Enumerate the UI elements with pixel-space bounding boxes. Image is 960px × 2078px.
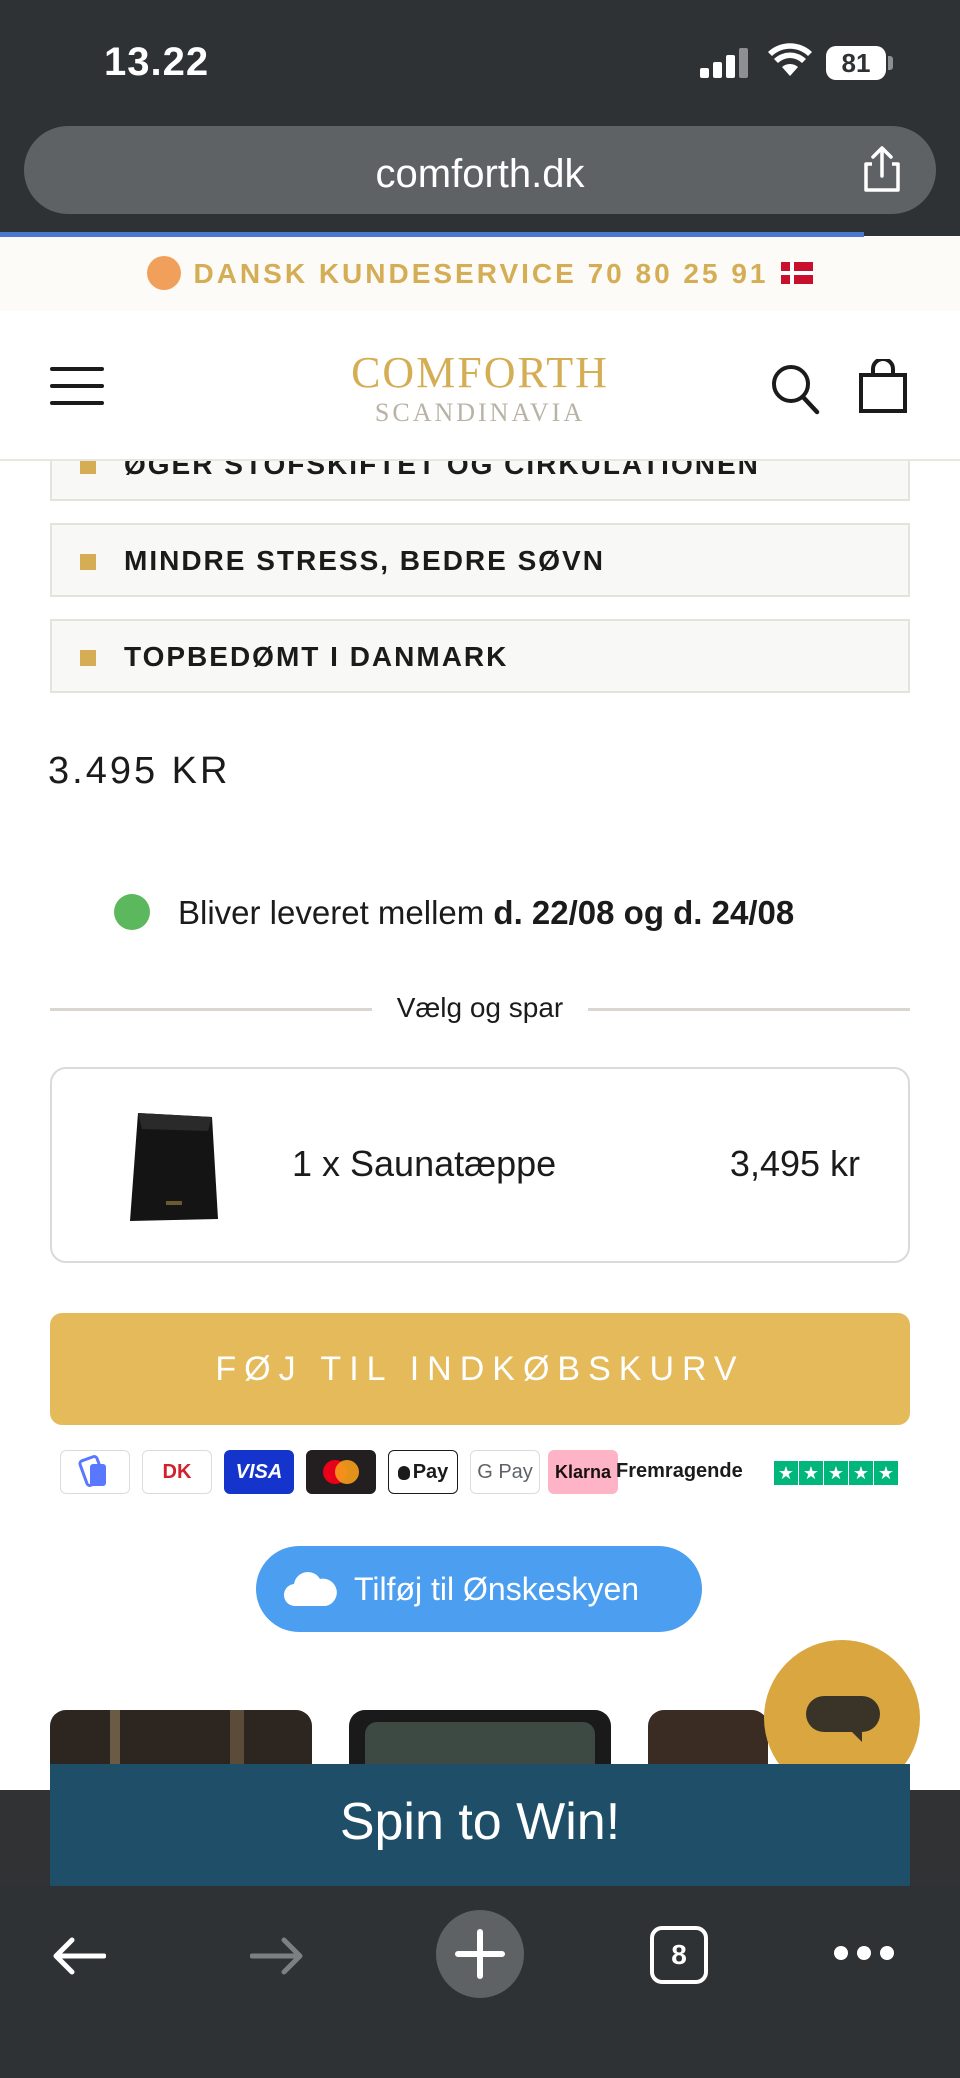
new-tab-button[interactable] xyxy=(436,1910,524,1998)
klarna-icon: Klarna xyxy=(548,1450,618,1494)
chat-icon xyxy=(806,1696,880,1732)
trustpilot-stars[interactable]: ★ ★ ★ ★ ★ xyxy=(774,1461,898,1485)
star-icon: ★ xyxy=(824,1461,848,1485)
forward-icon[interactable] xyxy=(250,1936,306,1976)
add-to-wishlist-button[interactable]: Tilføj til Ønskeskyen xyxy=(256,1546,702,1632)
mobilepay-icon xyxy=(60,1450,130,1494)
wishlist-label: Tilføj til Ønskeskyen xyxy=(354,1571,640,1607)
benefit-row: TOPBEDØMT I DANMARK xyxy=(50,619,910,693)
danish-flag-icon xyxy=(780,261,813,284)
apple-pay-icon: Pay xyxy=(388,1450,458,1494)
address-bar[interactable]: comforth.dk xyxy=(24,126,936,214)
trustpilot-rating-label: Fremragende xyxy=(616,1460,743,1482)
dankort-icon: DK xyxy=(142,1450,212,1494)
bundle-item-name: 1 x Saunatæppe xyxy=(292,1143,557,1184)
star-icon: ★ xyxy=(774,1461,798,1485)
bag-icon[interactable] xyxy=(858,359,908,413)
back-icon[interactable] xyxy=(50,1936,106,1976)
bundle-option[interactable]: 1 x Saunatæppe 3,495 kr xyxy=(50,1067,910,1263)
benefit-label: MINDRE STRESS, BEDRE SØVN xyxy=(124,545,605,576)
tab-count-button[interactable]: 8 xyxy=(650,1926,708,1984)
site-header: COMFORTH SCANDINAVIA xyxy=(0,311,960,461)
wifi-icon xyxy=(768,43,812,76)
share-icon[interactable] xyxy=(856,144,908,196)
status-time: 13.22 xyxy=(104,40,210,84)
status-bar: 13.22 81 xyxy=(0,0,960,112)
sauna-blanket-image xyxy=(130,1113,218,1221)
add-to-cart-button[interactable]: FØJ TIL INDKØBSKURV xyxy=(50,1313,910,1425)
in-stock-dot-icon xyxy=(114,894,150,930)
more-icon[interactable] xyxy=(834,1946,894,1962)
url-text[interactable]: comforth.dk xyxy=(24,152,936,197)
chat-icon-tail xyxy=(848,1728,862,1742)
star-icon: ★ xyxy=(799,1461,823,1485)
google-pay-icon: G Pay xyxy=(470,1450,540,1494)
apple-pay-label: Pay xyxy=(412,1461,449,1483)
delivery-prefix: Bliver leveret mellem xyxy=(178,894,494,931)
delivery-text: Bliver leveret mellem d. 22/08 og d. 24/… xyxy=(178,894,794,932)
announcement-text: DANSK KUNDESERVICE 70 80 25 91 xyxy=(193,258,769,289)
browser-toolbar: comforth.dk xyxy=(0,112,960,236)
benefit-label: TOPBEDØMT I DANMARK xyxy=(124,641,509,672)
visa-icon: VISA xyxy=(224,1450,294,1494)
bundle-item-price: 3,495 kr xyxy=(729,1143,860,1184)
spin-to-win-banner[interactable]: Spin to Win! xyxy=(50,1764,910,1886)
mastercard-icon xyxy=(306,1450,376,1494)
bullet-icon xyxy=(80,650,96,666)
search-icon[interactable] xyxy=(770,363,820,415)
plus-icon xyxy=(455,1929,505,1979)
star-icon: ★ xyxy=(849,1461,873,1485)
delivery-estimate: Bliver leveret mellem d. 22/08 og d. 24/… xyxy=(112,890,912,934)
benefit-row: MINDRE STRESS, BEDRE SØVN xyxy=(50,523,910,597)
star-icon: ★ xyxy=(874,1461,898,1485)
announcement-bar[interactable]: DANSK KUNDESERVICE 70 80 25 91 xyxy=(0,237,960,311)
browser-bottom-toolbar: 8 xyxy=(0,1886,960,2078)
battery-tip xyxy=(888,56,893,70)
cloud-icon xyxy=(283,1571,337,1607)
product-price: 3.495 KR xyxy=(48,750,231,792)
bundle-heading: Vælg og spar xyxy=(396,992,564,1023)
bullet-icon xyxy=(80,554,96,570)
signal-icon xyxy=(700,46,750,78)
battery-icon: 81 xyxy=(826,46,886,80)
delivery-dates: d. 22/08 og d. 24/08 xyxy=(493,894,795,931)
person-emoji-icon xyxy=(147,255,182,290)
